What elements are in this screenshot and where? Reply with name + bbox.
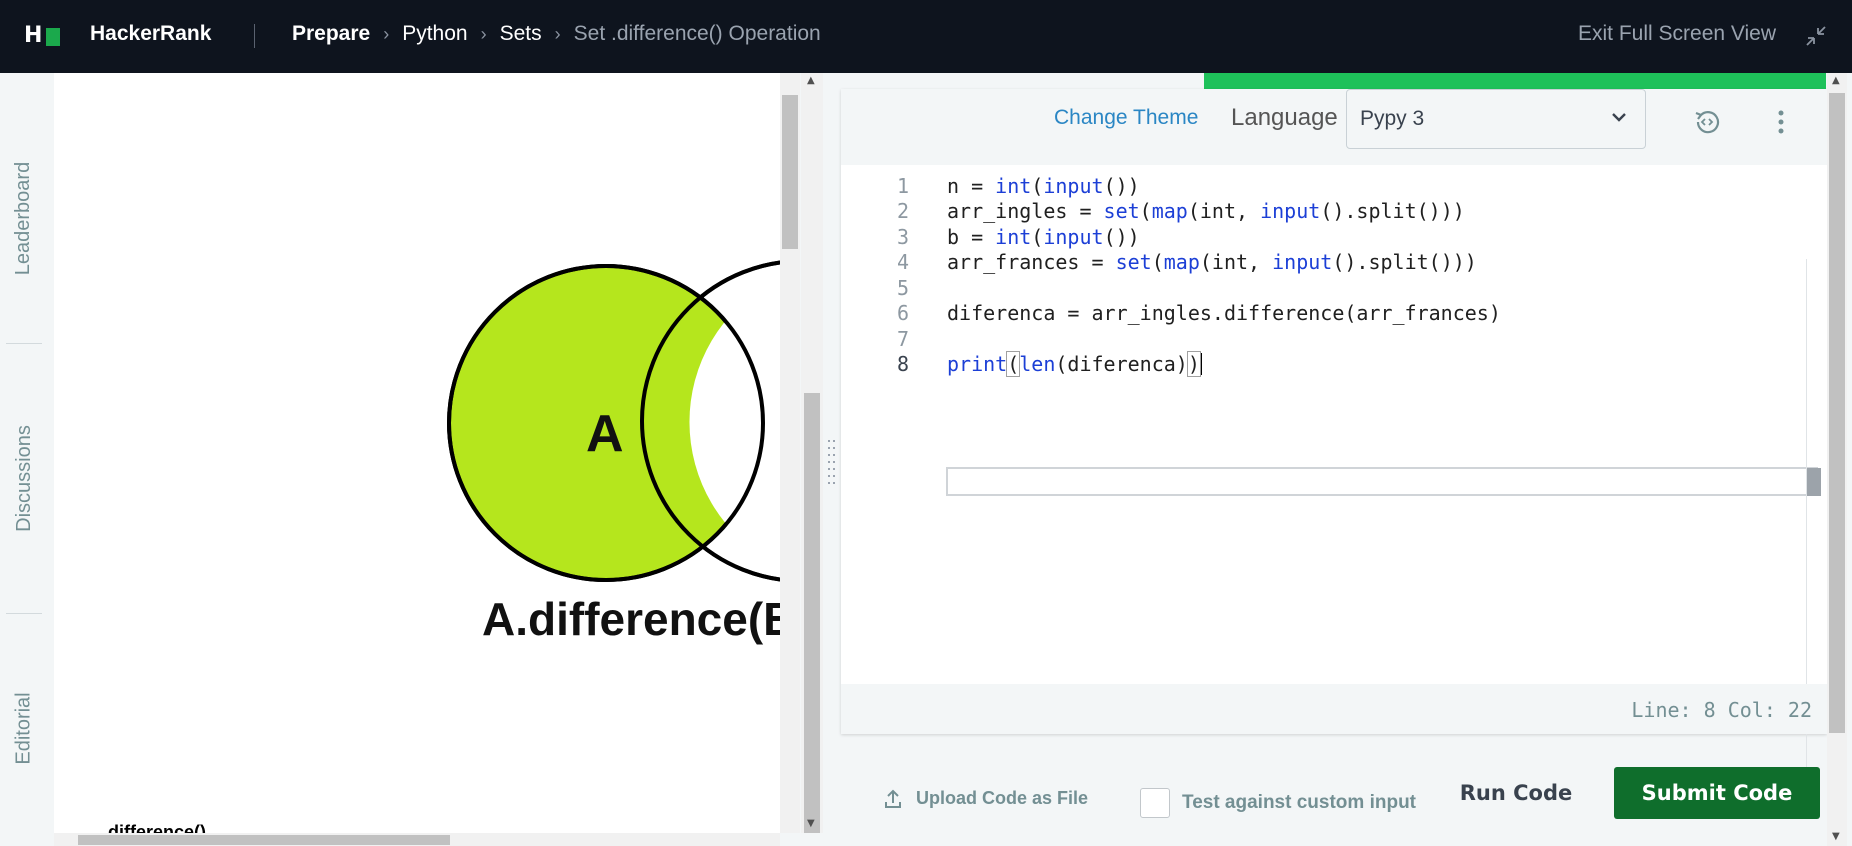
submit-code-button[interactable]: Submit Code [1614,767,1820,819]
line-number: 5 [896,276,909,300]
change-theme-link[interactable]: Change Theme [1054,106,1198,130]
problem-statement: A A.difference(B [54,73,780,833]
problem-scrollbar[interactable]: ▲ ▼ [801,73,823,833]
custom-input-checkbox[interactable] [1140,788,1170,818]
nav-divider [6,613,42,614]
line-number: 3 [896,225,909,249]
text-cursor [1199,353,1202,375]
pane-resize-handle[interactable] [828,440,838,490]
upload-code-label: Upload Code as File [916,788,1089,808]
tab-leaderboard-label: Leaderboard [12,161,35,275]
line-number: 2 [896,199,909,223]
venn-label-a: A [586,405,624,463]
code-line[interactable]: arr_ingles = set(map(int, input().split(… [947,199,1465,223]
breadcrumb-sets[interactable]: Sets [500,22,542,46]
editor-status-bar: Line: 8 Col: 22 [841,684,1827,734]
top-bar: H HackerRank Prepare › Python › Sets › S… [0,0,1852,73]
code-line[interactable]: diferenca = arr_ingles.difference(arr_fr… [947,301,1501,325]
reset-code-icon[interactable] [1692,107,1722,137]
upload-code-button[interactable]: Upload Code as File [884,788,1088,809]
breadcrumb-current: Set .difference() Operation [573,22,821,45]
tab-discussions[interactable]: Discussions [0,403,48,553]
more-options-icon[interactable] [1776,107,1786,137]
progress-bar [1204,73,1826,89]
custom-input-label: Test against custom input [1182,792,1417,813]
code-editor-panel: Change Theme Language Pypy 3 1 2 3 4 5 6… [841,89,1827,769]
line-number: 6 [896,301,909,325]
line-number: 4 [896,250,909,274]
scrollbar-thumb[interactable] [78,835,450,845]
chevron-right-icon: › [554,23,561,44]
tab-editorial[interactable]: Editorial [0,653,48,803]
breadcrumb: Prepare › Python › Sets › Set .differenc… [292,22,821,46]
upload-icon [885,789,901,808]
scroll-up-icon[interactable]: ▲ [1832,75,1840,86]
breadcrumb-python[interactable]: Python [402,22,467,46]
custom-input-toggle[interactable]: Test against custom input [1140,788,1416,818]
code-line-active[interactable]: print(len(diferenca)) [947,351,1202,377]
horizontal-scrollbar[interactable] [54,833,780,846]
tab-editorial-label: Editorial [12,691,35,765]
exit-fullscreen-link[interactable]: Exit Full Screen View [1578,22,1776,46]
scrollbar-thumb[interactable] [1829,93,1845,733]
section-heading-cut: difference() [108,822,207,833]
language-select[interactable]: Pypy 3 [1346,89,1646,149]
code-line[interactable]: arr_frances = set(map(int, input().split… [947,250,1477,274]
image-scrollbar[interactable] [780,73,800,833]
exit-fullscreen-icon[interactable] [1804,24,1828,48]
editor-scrollbar[interactable]: ▲ ▼ [1827,73,1847,846]
breadcrumb-prepare[interactable]: Prepare [292,22,370,46]
chevron-right-icon: › [383,23,390,44]
code-line[interactable]: n = int(input()) [947,174,1140,198]
scroll-up-icon[interactable]: ▲ [807,75,815,86]
overview-cursor-marker [1807,468,1821,496]
editor-toolbar: Change Theme Language Pypy 3 [841,89,1827,165]
cursor-position: Line: 8 Col: 22 [1631,698,1812,722]
language-value: Pypy 3 [1360,107,1425,130]
venn-caption: A.difference(B [482,593,780,645]
chevron-down-icon [1612,113,1626,122]
language-label: Language [1231,104,1338,131]
hackerrank-logo[interactable]: H [24,25,62,47]
scrollbar-thumb[interactable] [782,95,798,249]
tab-discussions-label: Discussions [12,424,35,532]
code-line[interactable]: b = int(input()) [947,225,1140,249]
scroll-down-icon[interactable]: ▼ [807,818,815,829]
header-divider [254,24,255,48]
current-line-highlight [946,467,1818,496]
scrollbar-thumb[interactable] [804,393,820,833]
venn-diagram-image: A A.difference(B [447,260,780,645]
line-number: 8 [896,352,909,376]
line-number: 7 [896,327,909,351]
code-area[interactable]: 1 2 3 4 5 6 7 8 n = int(input()) arr_ing… [841,174,1827,769]
nav-divider [6,343,42,344]
line-number: 1 [896,174,909,198]
side-nav: Leaderboard Discussions Editorial [0,73,48,846]
tab-leaderboard[interactable]: Leaderboard [0,133,48,303]
chevron-right-icon: › [480,23,487,44]
run-code-button[interactable]: Run Code [1434,767,1598,819]
scroll-down-icon[interactable]: ▼ [1832,831,1840,842]
brand-name[interactable]: HackerRank [90,22,211,46]
